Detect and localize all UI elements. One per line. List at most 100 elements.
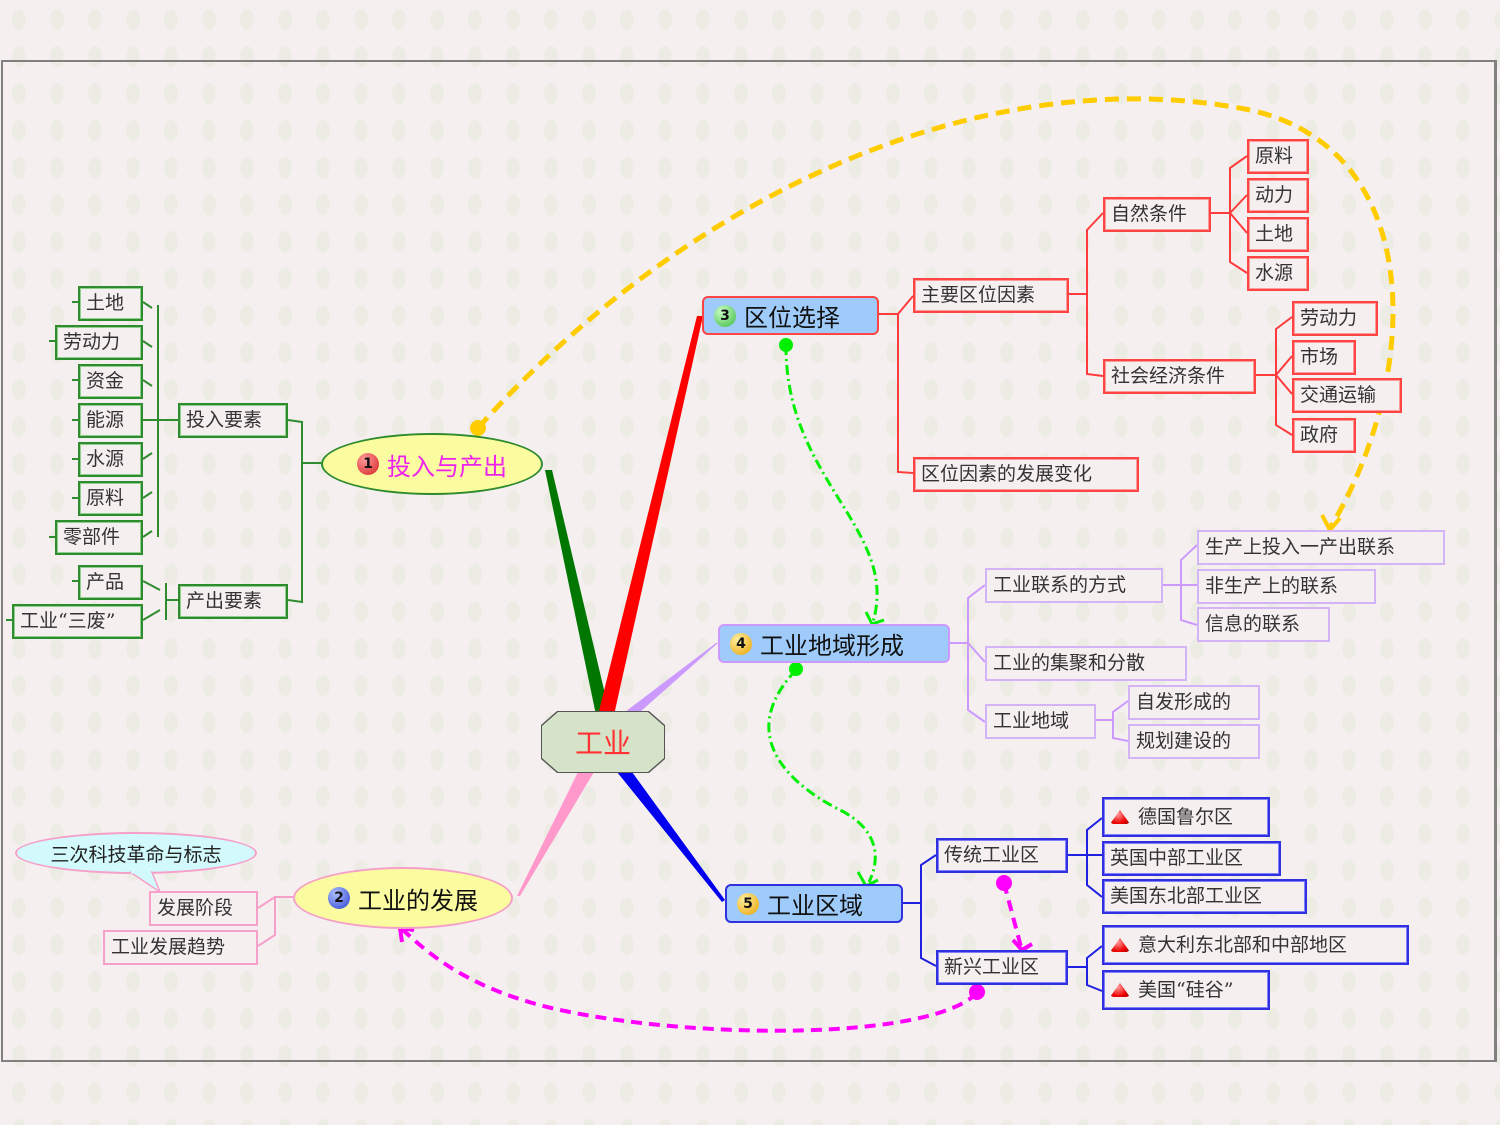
leaf-node[interactable]: 水源 [1247,256,1309,291]
leaf-node[interactable]: 工业“三废” [12,604,143,639]
leaf-node[interactable]: 劳动力 [1292,301,1378,336]
branch-2-connectors [257,896,293,947]
node-label: 市场 [1300,346,1339,368]
subtopic-socioeconomic-conditions[interactable]: 社会经济条件 [1103,359,1256,394]
node-label: 自然条件 [1111,203,1188,225]
topic-industrial-region-formation[interactable]: 4 工业地域形成 [718,624,950,663]
subtopic-main-factors[interactable]: 主要区位因素 [913,278,1069,313]
leaf-node[interactable]: 意大利东北部和中部地区 [1102,925,1409,965]
node-label: 能源 [86,409,125,431]
number-2-icon: 2 [328,887,350,909]
subtopic-factor-changes[interactable]: 区位因素的发展变化 [913,457,1139,492]
red-triangle-flag-icon [1110,938,1130,952]
node-label: 美国“硅谷” [1138,978,1234,1001]
leaf-node[interactable]: 零部件 [55,520,143,555]
leaf-node[interactable]: 土地 [1247,217,1309,252]
node-label: 产出要素 [186,590,263,612]
leaf-node[interactable]: 能源 [78,403,143,438]
leaf-node[interactable]: 土地 [78,286,143,321]
relationship-green-1-start [779,338,793,352]
relationship-magenta-1 [1002,882,1023,948]
branch-3-connectors [878,155,1293,474]
leaf-node[interactable]: 原料 [1247,139,1309,174]
topic-input-output[interactable]: 1 投入与产出 [321,433,543,495]
node-label: 区位因素的发展变化 [921,463,1093,485]
branch-4-line [625,643,718,712]
leaf-node[interactable]: 非生产上的联系 [1197,569,1376,604]
leaf-node[interactable]: 美国“硅谷” [1102,970,1270,1010]
leaf-node[interactable]: 德国鲁尔区 [1102,797,1270,837]
node-label: 劳动力 [1300,307,1358,329]
relationship-magenta-1-start [996,875,1012,891]
leaf-node[interactable]: 生产上投入一产出联系 [1197,530,1445,565]
subtopic-input-factors[interactable]: 投入要素 [178,403,288,438]
node-label: 劳动力 [63,331,121,353]
leaf-node[interactable]: 政府 [1292,418,1356,453]
node-label: 工业的集聚和分散 [993,652,1146,674]
number-5-icon: 5 [737,892,759,915]
node-label: 土地 [86,292,125,314]
branch-3-line [598,316,703,715]
node-label: 规划建设的 [1136,730,1232,752]
relationship-magenta-2 [401,928,979,1033]
branch-1-line [545,470,610,715]
topic-industrial-zones[interactable]: 5 工业区域 [725,884,903,923]
callout-label: 三次科技革命与标志 [50,843,222,866]
subtopic-traditional-zones[interactable]: 传统工业区 [936,838,1068,873]
relationship-green-2-start [789,662,803,676]
node-label: 投入要素 [186,409,263,431]
red-triangle-flag-icon [1110,983,1130,997]
leaf-node[interactable]: 交通运输 [1292,378,1402,413]
topic-label: 投入与产出 [387,452,507,481]
number-1-icon: 1 [357,453,379,475]
node-label: 美国东北部工业区 [1110,885,1263,907]
leaf-node[interactable]: 动力 [1247,178,1309,213]
center-node[interactable]: 工业 [542,712,664,772]
node-label: 生产上投入一产出联系 [1205,536,1396,558]
leaf-node[interactable]: 英国中部工业区 [1102,841,1281,876]
subtopic-natural-conditions[interactable]: 自然条件 [1103,197,1211,232]
node-label: 工业联系的方式 [993,574,1127,596]
leaf-node[interactable]: 产品 [78,565,143,600]
leaf-node[interactable]: 规划建设的 [1128,724,1260,759]
branch-2-line [517,772,594,896]
subtopic-development-trends[interactable]: 工业发展趋势 [103,930,258,965]
branch-1-connectors [6,301,321,621]
node-label: 原料 [86,487,125,509]
node-label: 英国中部工业区 [1110,847,1244,869]
relationship-magenta-2-start [969,984,985,1000]
leaf-node[interactable]: 劳动力 [55,325,143,360]
subtopic-linkage-modes[interactable]: 工业联系的方式 [985,568,1163,603]
node-label: 信息的联系 [1205,613,1301,635]
leaf-node[interactable]: 美国东北部工业区 [1102,879,1307,914]
subtopic-emerging-zones[interactable]: 新兴工业区 [936,950,1068,985]
leaf-node[interactable]: 信息的联系 [1197,607,1330,642]
node-label: 原料 [1255,145,1294,167]
subtopic-industrial-region[interactable]: 工业地域 [985,704,1096,739]
node-label: 工业发展趋势 [111,936,226,958]
node-label: 自发形成的 [1136,691,1232,713]
node-label: 动力 [1255,184,1294,206]
subtopic-output-factors[interactable]: 产出要素 [178,584,288,619]
node-label: 水源 [1255,262,1294,284]
topic-label: 工业区域 [767,892,863,920]
leaf-node[interactable]: 水源 [78,442,143,477]
leaf-node[interactable]: 原料 [78,481,143,516]
node-label: 零部件 [63,526,121,548]
node-label: 政府 [1300,424,1339,446]
node-label: 意大利东北部和中部地区 [1138,933,1348,956]
topic-label: 工业地域形成 [760,632,904,660]
leaf-node[interactable]: 市场 [1292,340,1356,375]
node-label: 交通运输 [1300,384,1377,406]
node-label: 发展阶段 [157,897,234,919]
topic-location-choice[interactable]: 3 区位选择 [702,296,879,335]
center-node-label: 工业 [574,727,631,760]
red-triangle-flag-icon [1110,810,1130,824]
subtopic-development-stages[interactable]: 发展阶段 [149,891,258,926]
subtopic-agglomeration[interactable]: 工业的集聚和分散 [985,646,1187,681]
node-label: 德国鲁尔区 [1138,805,1234,828]
leaf-node[interactable]: 自发形成的 [1128,685,1260,720]
leaf-node[interactable]: 资金 [78,364,143,399]
topic-industrial-development[interactable]: 2 工业的发展 [293,867,513,929]
callout-bubble[interactable]: 三次科技革命与标志 [15,832,257,874]
